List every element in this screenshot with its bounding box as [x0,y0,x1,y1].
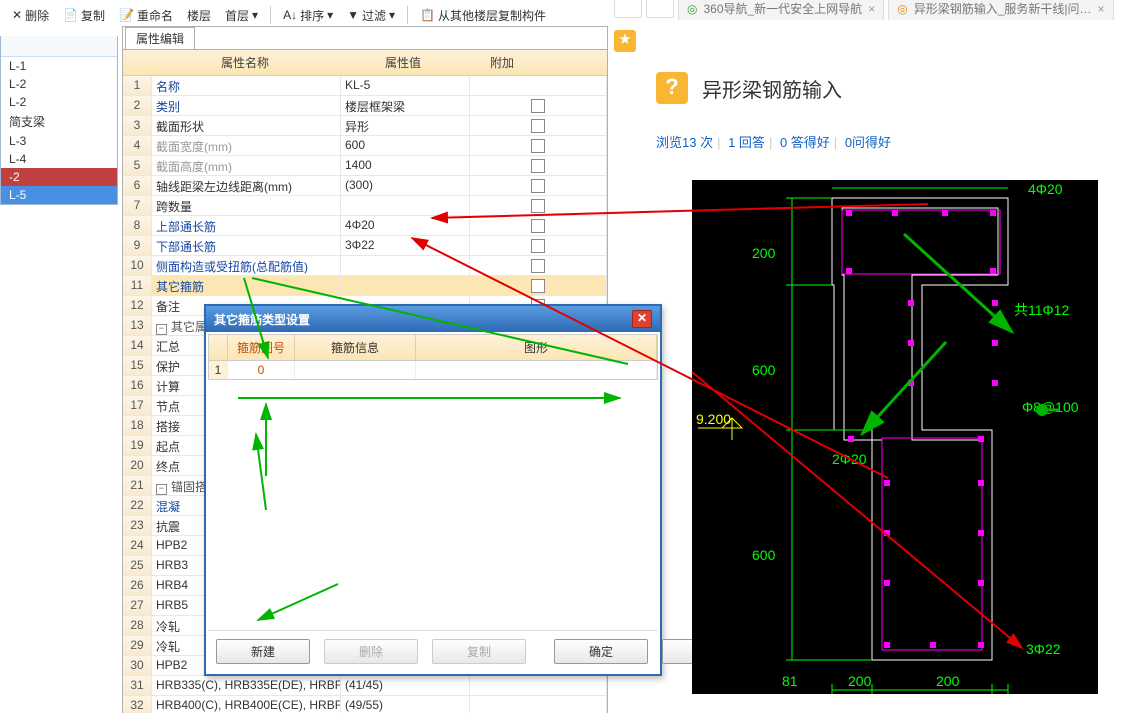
close-icon[interactable]: × [868,2,875,16]
prop-row[interactable]: 2类别楼层框架梁 [123,96,607,116]
prop-row[interactable]: 4截面宽度(mm)600 [123,136,607,156]
prop-row[interactable]: 11其它箍筋 [123,276,607,296]
prop-header: 属性名称 属性值 附加 [123,49,607,76]
svg-text:81: 81 [782,673,798,689]
col-stirrup-info: 箍筋信息 [295,335,416,360]
dialog-grid-header: 箍筋图号 箍筋信息 图形 [208,334,658,361]
extra-checkbox[interactable] [531,279,545,293]
svg-text:200: 200 [752,245,776,261]
extra-checkbox[interactable] [531,199,545,213]
nav-stub-2[interactable] [646,0,674,18]
prop-row[interactable]: 6轴线距梁左边线距离(mm)(300) [123,176,607,196]
question-icon: ? [656,72,688,104]
copy-button-dlg: 复制 [432,639,526,664]
svg-text:Φ8@100: Φ8@100 [1022,399,1079,415]
svg-text:200: 200 [936,673,960,689]
col-val-header: 属性值 [339,50,467,75]
qa-panel: ? 异形梁钢筋输入 浏览13 次| 1 回答| 0 答得好| 0问得好 [656,72,1116,151]
copy-from-other-button[interactable]: 📋 从其他楼层复制构件 [414,5,552,26]
ok-button[interactable]: 确定 [554,639,648,664]
sort-button[interactable]: A↓ 排序 ▾ [277,5,339,26]
qa-title: 异形梁钢筋输入 [702,74,842,103]
browser-tabs: ◎360导航_新一代安全上网导航× ◎异形梁钢筋输入_服务新干线|问…× [614,0,1126,20]
prop-row[interactable]: 9下部通长筋3Φ22 [123,236,607,256]
close-icon[interactable]: × [1097,2,1104,16]
prop-row[interactable]: 3截面形状异形 [123,116,607,136]
qa-meta: 浏览13 次| 1 回答| 0 答得好| 0问得好 [656,132,1116,151]
extra-checkbox[interactable] [531,99,545,113]
browser-tab-1[interactable]: ◎360导航_新一代安全上网导航× [678,0,884,20]
prop-row[interactable]: 8上部通长筋4Φ20 [123,216,607,236]
nav-stub-1[interactable] [614,0,642,18]
prop-row[interactable]: 10侧面构造或受扭筋(总配筋值) [123,256,607,276]
col-ext-header: 附加 [467,50,537,75]
close-icon[interactable]: ✕ [632,310,652,328]
delete-button[interactable]: ✕ 删除 [6,5,55,26]
svg-text:共11Φ12: 共11Φ12 [1014,302,1069,318]
svg-text:600: 600 [752,362,776,378]
col-stirrup-shape: 图形 [416,335,657,360]
floor-select[interactable]: 首层 ▾ [219,5,264,26]
tree-item[interactable]: L-4 [1,150,117,168]
prop-row[interactable]: 7跨数量 [123,196,607,216]
favorite-icon[interactable]: ★ [614,30,636,52]
tree-item[interactable]: L-3 [1,132,117,150]
new-button[interactable]: 新建 [216,639,310,664]
extra-checkbox[interactable] [531,179,545,193]
other-stirrup-dialog: 其它箍筋类型设置 ✕ 箍筋图号 箍筋信息 图形 1 0 新建 删除 复制 确定 … [204,304,662,676]
col-stirrup-no: 箍筋图号 [228,335,295,360]
tree-item[interactable]: 简支梁 [1,111,117,132]
copy-button[interactable]: 📄 复制 [57,5,111,26]
svg-text:200: 200 [848,673,872,689]
prop-row[interactable]: 5截面高度(mm)1400 [123,156,607,176]
rename-button[interactable]: 📝 重命名 [113,5,179,26]
extra-checkbox[interactable] [531,159,545,173]
browser-tab-2[interactable]: ◎异形梁钢筋输入_服务新干线|问…× [888,0,1113,20]
delete-button-dlg: 删除 [324,639,418,664]
extra-checkbox[interactable] [531,119,545,133]
main-toolbar: ✕ 删除 📄 复制 📝 重命名 楼层 首层 ▾ A↓ 排序 ▾ ▼ 过滤 ▾ 📋… [0,4,552,26]
tree-search: 🔍 [1,36,117,57]
tree-item[interactable]: -2 [1,168,117,186]
extra-checkbox[interactable] [531,139,545,153]
prop-row[interactable]: 31HRB335(C), HRB335E(DE), HRBF(41/45) [123,676,607,696]
tree-item[interactable]: L-1 [1,57,117,75]
dialog-title-bar[interactable]: 其它箍筋类型设置 ✕ [206,306,660,332]
tab-properties[interactable]: 属性编辑 [125,27,195,49]
floor-label: 楼层 [181,5,217,26]
extra-checkbox[interactable] [531,219,545,233]
component-tree: 🔍 L-1L-2L-2简支梁L-3L-4-2L-5 [0,36,118,205]
svg-text:600: 600 [752,547,776,563]
filter-button[interactable]: ▼ 过滤 ▾ [341,5,401,26]
cad-drawing: 4Φ20 200 共11Φ12 600 Φ8@100 9.200 2Φ20 60… [692,180,1098,694]
col-name-header: 属性名称 [151,50,339,75]
dialog-title: 其它箍筋类型设置 [214,311,310,328]
svg-text:9.200: 9.200 [696,411,731,427]
tree-item[interactable]: L-5 [1,186,117,204]
tree-item[interactable]: L-2 [1,93,117,111]
prop-row[interactable]: 1名称KL-5 [123,76,607,96]
svg-text:2Φ20: 2Φ20 [832,451,867,467]
extra-checkbox[interactable] [531,259,545,273]
extra-checkbox[interactable] [531,239,545,253]
dialog-grid-row[interactable]: 1 0 [208,361,658,380]
prop-row[interactable]: 32HRB400(C), HRB400E(CE), HRBF(49/55) [123,696,607,713]
svg-text:3Φ22: 3Φ22 [1026,641,1061,657]
svg-text:4Φ20: 4Φ20 [1028,181,1063,197]
tree-item[interactable]: L-2 [1,75,117,93]
